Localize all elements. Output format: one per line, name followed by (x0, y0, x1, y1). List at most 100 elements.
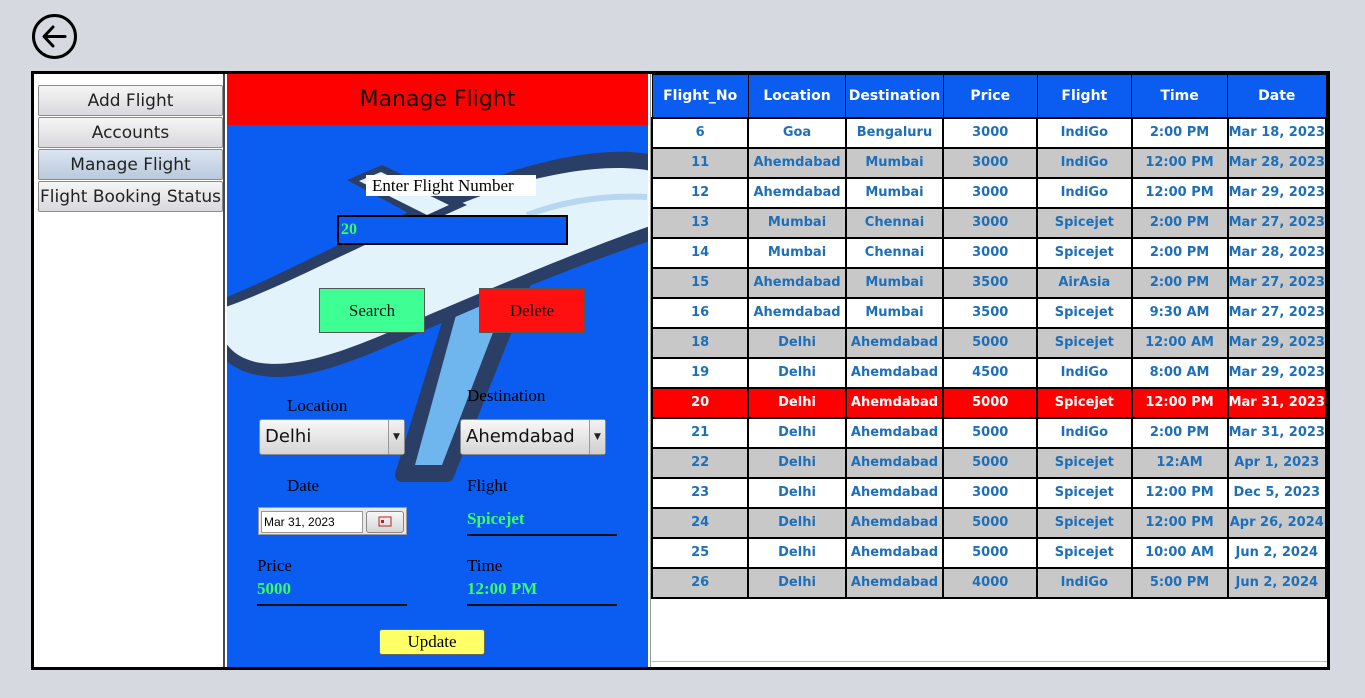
time-value: 12:00 PM (467, 576, 617, 606)
date-label: Date (287, 476, 320, 495)
sidebar-item-accounts[interactable]: Accounts (38, 117, 223, 148)
table-cell: 12:00 PM (1130, 176, 1229, 209)
flight-value: Spicejet (467, 506, 617, 536)
table-row[interactable]: 11 Ahemdabad Mumbai 3000 IndiGo 12:00 PM Mar 2… (651, 146, 1327, 179)
table-row[interactable]: 23 Delhi Ahemdabad 3000 Spicejet 12:00 PM Dec … (651, 476, 1327, 509)
table-cell: Ahemdabad (844, 326, 945, 359)
price-value: 5000 (257, 576, 407, 606)
sidebar-item-manage-flight[interactable]: Manage Flight (38, 149, 223, 180)
table-cell: 18 (651, 326, 750, 359)
table-cell: 5000 (942, 386, 1039, 419)
table-row[interactable]: 6 Goa Bengaluru 3000 IndiGo 2:00 PM Mar 18, 20… (651, 116, 1327, 149)
table-bottom-border (651, 661, 1327, 662)
back-button[interactable] (32, 14, 77, 59)
table-row-selected[interactable]: 20 Delhi Ahemdabad 5000 Spicejet 12:00 PM Mar … (651, 386, 1327, 419)
date-picker[interactable]: Mar 31, 2023 (258, 507, 407, 535)
location-select[interactable]: Delhi ▼ (259, 419, 405, 455)
table-cell: Dec 5, 2023 (1226, 476, 1327, 509)
table-cell: Spicejet (1036, 386, 1133, 419)
sidebar-item-add-flight[interactable]: Add Flight (38, 85, 223, 116)
column-header[interactable]: Destination (845, 74, 944, 118)
table-cell: 2:00 PM (1130, 206, 1229, 239)
table-row[interactable]: 14 Mumbai Chennai 3000 Spicejet 2:00 PM Mar 28… (651, 236, 1327, 269)
table-cell: 15 (651, 266, 750, 299)
table-cell: Mar 27, 2023 (1226, 296, 1327, 329)
table-cell: Mumbai (747, 236, 847, 269)
table-cell: Mar 31, 2023 (1226, 386, 1327, 419)
column-header[interactable]: Flight (1036, 74, 1133, 118)
table-cell: 11 (651, 146, 750, 179)
flight-label: Flight (467, 476, 508, 495)
date-field[interactable]: Mar 31, 2023 (261, 511, 363, 533)
flight-number-label: Enter Flight Number (366, 175, 536, 196)
table-cell: 2:00 PM (1130, 116, 1229, 149)
table-row[interactable]: 26 Delhi Ahemdabad 4000 IndiGo 5:00 PM Jun 2, … (651, 566, 1327, 599)
table-row[interactable]: 24 Delhi Ahemdabad 5000 Spicejet 12:00 PM Apr … (651, 506, 1327, 539)
calendar-button[interactable] (366, 511, 404, 533)
table-cell: Ahemdabad (844, 356, 945, 389)
destination-select[interactable]: Ahemdabad ▼ (460, 419, 606, 455)
table-cell: Ahemdabad (844, 476, 945, 509)
column-header[interactable]: Location (747, 74, 847, 118)
table-row[interactable]: 18 Delhi Ahemdabad 5000 Spicejet 12:00 AM Mar … (651, 326, 1327, 359)
table-row[interactable]: 15 Ahemdabad Mumbai 3500 AirAsia 2:00 PM Mar 2… (651, 266, 1327, 299)
table-cell: Goa (747, 116, 847, 149)
column-header[interactable]: Price (942, 74, 1038, 118)
column-header[interactable]: Flight_No (651, 74, 749, 118)
table-cell: 23 (651, 476, 750, 509)
table-cell: Chennai (844, 236, 945, 269)
table-cell: Mar 28, 2023 (1226, 146, 1327, 179)
table-cell: Spicejet (1036, 236, 1133, 269)
table-cell: 12:00 PM (1130, 146, 1229, 179)
table-cell: IndiGo (1036, 356, 1133, 389)
column-header[interactable]: Time (1131, 74, 1229, 118)
table-cell: IndiGo (1036, 146, 1133, 179)
table-cell: Mar 29, 2023 (1226, 176, 1327, 209)
table-cell: Spicejet (1036, 326, 1133, 359)
sidebar-item-flight-booking-status[interactable]: Flight Booking Status (38, 181, 223, 212)
table-cell: 3000 (942, 116, 1039, 149)
update-button[interactable]: Update (379, 629, 485, 655)
table-row[interactable]: 16 Ahemdabad Mumbai 3500 Spicejet 9:30 AM Mar … (651, 296, 1327, 329)
table-cell: Bengaluru (844, 116, 945, 149)
search-button[interactable]: Search (319, 288, 425, 333)
table-cell: IndiGo (1036, 566, 1133, 599)
table-cell: Ahemdabad (844, 536, 945, 569)
table-row[interactable]: 19 Delhi Ahemdabad 4500 IndiGo 8:00 AM Mar 29,… (651, 356, 1327, 389)
flights-table-container[interactable]: Flight_No Location Destination Price Flight T… (650, 74, 1327, 667)
table-cell: Ahemdabad (747, 146, 847, 179)
table-cell: 2:00 PM (1130, 236, 1229, 269)
table-row[interactable]: 22 Delhi Ahemdabad 5000 Spicejet 12:AM Apr 1, … (651, 446, 1327, 479)
table-cell: Delhi (747, 536, 847, 569)
table-row[interactable]: 25 Delhi Ahemdabad 5000 Spicejet 10:00 AM Jun … (651, 536, 1327, 569)
chevron-down-icon: ▼ (589, 420, 605, 454)
table-cell: 19 (651, 356, 750, 389)
table-cell: Mar 29, 2023 (1226, 356, 1327, 389)
table-cell: 4500 (942, 356, 1039, 389)
main-frame: Add Flight Accounts Manage Flight Flight… (31, 71, 1330, 670)
table-cell: 5:00 PM (1130, 566, 1229, 599)
column-header[interactable]: Date (1227, 74, 1327, 118)
table-cell: Mar 27, 2023 (1226, 206, 1327, 239)
table-row[interactable]: 12 Ahemdabad Mumbai 3000 IndiGo 12:00 PM Mar 2… (651, 176, 1327, 209)
table-cell: 9:30 AM (1130, 296, 1229, 329)
delete-button[interactable]: Delete (479, 288, 585, 333)
table-cell: 5000 (942, 326, 1039, 359)
table-cell: Delhi (747, 416, 847, 449)
table-cell: 10:00 AM (1130, 536, 1229, 569)
table-cell: AirAsia (1036, 266, 1133, 299)
page-title: Manage Flight (227, 74, 648, 125)
table-row[interactable]: 13 Mumbai Chennai 3000 Spicejet 2:00 PM Mar 27… (651, 206, 1327, 239)
table-cell: 3000 (942, 476, 1039, 509)
table-cell: IndiGo (1036, 116, 1133, 149)
table-cell: 2:00 PM (1130, 266, 1229, 299)
flight-number-input[interactable] (337, 215, 568, 245)
table-cell: Ahemdabad (844, 446, 945, 479)
table-cell: Spicejet (1036, 296, 1133, 329)
table-cell: 26 (651, 566, 750, 599)
chevron-down-icon: ▼ (388, 420, 404, 454)
table-cell: Spicejet (1036, 446, 1133, 479)
calendar-icon (378, 516, 392, 527)
table-cell: Ahemdabad (844, 506, 945, 539)
table-row[interactable]: 21 Delhi Ahemdabad 5000 IndiGo 2:00 PM Mar 31,… (651, 416, 1327, 449)
